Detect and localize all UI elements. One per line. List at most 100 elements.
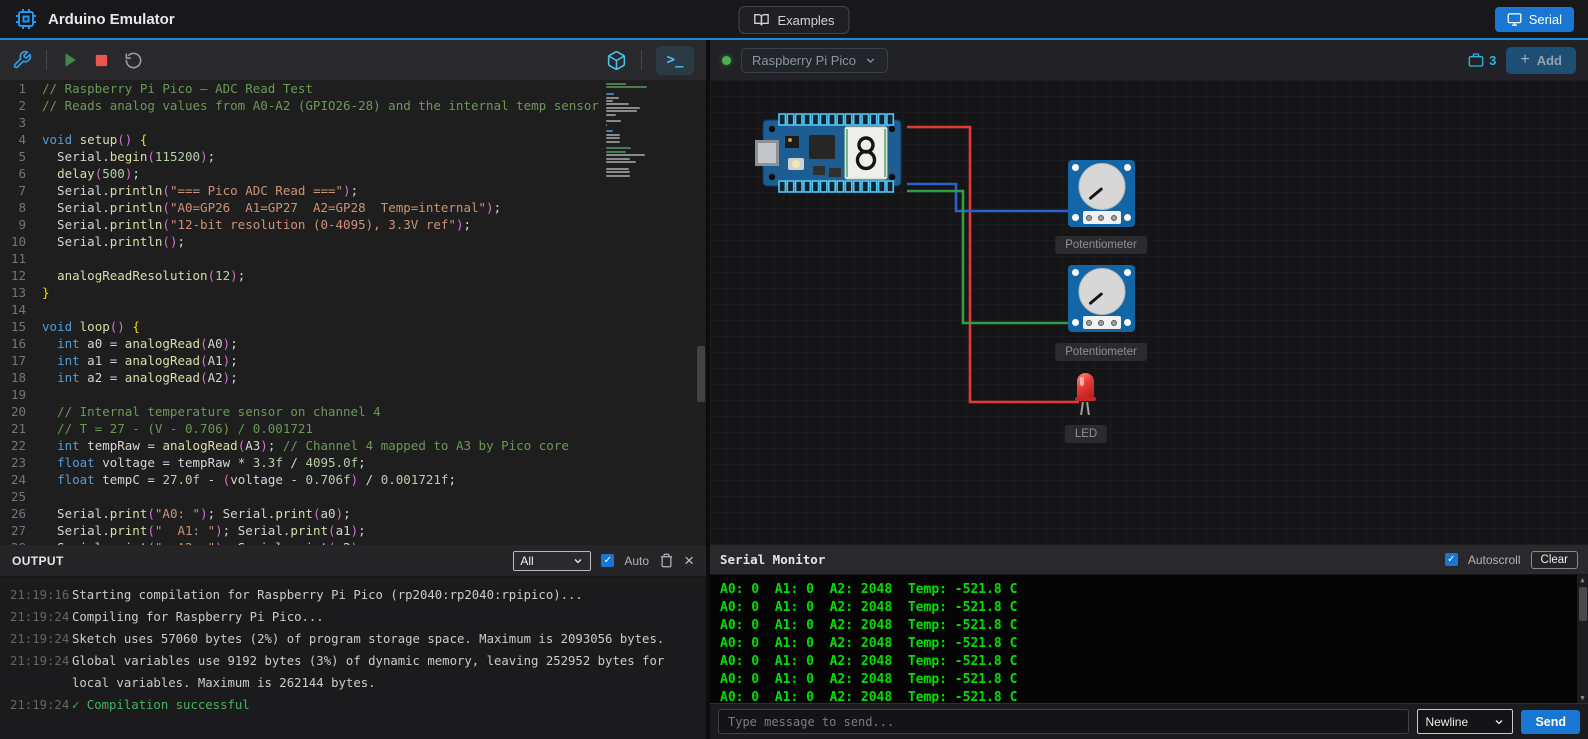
serial-monitor-panel: Serial Monitor ✓ Autoscroll Clear A0: 0 … bbox=[710, 545, 1588, 739]
book-icon bbox=[753, 12, 769, 28]
code-line[interactable]: 14 bbox=[0, 301, 706, 318]
component-label: Potentiometer bbox=[1055, 236, 1147, 254]
output-title: OUTPUT bbox=[12, 554, 64, 568]
code-line[interactable]: 24 float tempC = 27.0f - (voltage - 0.70… bbox=[0, 471, 706, 488]
potentiometer-pins bbox=[1083, 316, 1121, 329]
code-line[interactable]: 8 Serial.println("A0=GP26 A1=GP27 A2=GP2… bbox=[0, 199, 706, 216]
code-line[interactable]: 12 analogReadResolution(12); bbox=[0, 267, 706, 284]
scroll-up-icon[interactable]: ▲ bbox=[1580, 576, 1584, 584]
component-label: Potentiometer bbox=[1055, 343, 1147, 361]
code-line[interactable]: 26 Serial.print("A0: "); Serial.print(a0… bbox=[0, 505, 706, 522]
line-number: 15 bbox=[0, 318, 42, 335]
code-line[interactable]: 22 int tempRaw = analogRead(A3); // Chan… bbox=[0, 437, 706, 454]
potentiometer-knob[interactable] bbox=[1078, 268, 1125, 315]
code-line[interactable]: 6 delay(500); bbox=[0, 165, 706, 182]
serial-button[interactable]: Serial bbox=[1495, 7, 1574, 32]
output-filter-select[interactable]: All bbox=[513, 551, 591, 571]
serial-log-area: A0: 0 A1: 0 A2: 2048 Temp: -521.8 C A0: 0… bbox=[710, 575, 1588, 703]
close-icon[interactable]: × bbox=[684, 554, 694, 568]
briefcase-icon bbox=[1468, 52, 1484, 68]
examples-button[interactable]: Examples bbox=[738, 6, 849, 34]
code-line[interactable]: 17 int a1 = analogRead(A1); bbox=[0, 352, 706, 369]
line-ending-select[interactable]: Newline bbox=[1417, 709, 1513, 734]
stop-button[interactable] bbox=[93, 52, 110, 69]
code-line[interactable]: 9 Serial.println("12-bit resolution (0-4… bbox=[0, 216, 706, 233]
code-line[interactable]: 20 // Internal temperature sensor on cha… bbox=[0, 403, 706, 420]
line-number: 1 bbox=[0, 80, 42, 97]
code-line[interactable]: 18 int a2 = analogRead(A2); bbox=[0, 369, 706, 386]
toolbar-separator bbox=[641, 50, 642, 70]
restart-button[interactable] bbox=[124, 51, 143, 70]
status-dot-icon bbox=[722, 56, 731, 65]
serial-scrollbar-thumb[interactable] bbox=[1579, 587, 1587, 621]
potentiometer-1[interactable] bbox=[1068, 160, 1135, 227]
code-line[interactable]: 3 bbox=[0, 114, 706, 131]
device-count: 3 bbox=[1468, 52, 1496, 68]
toolbar-separator bbox=[46, 50, 47, 70]
serial-log-line: A0: 0 A1: 0 A2: 2048 Temp: -521.8 C bbox=[720, 635, 1578, 653]
potentiometer-knob[interactable] bbox=[1078, 163, 1125, 210]
line-number: 4 bbox=[0, 131, 42, 148]
autoscroll-checkbox[interactable]: ✓ bbox=[1445, 553, 1458, 566]
code-editor[interactable]: 1// Raspberry Pi Pico — ADC Read Test2//… bbox=[0, 80, 706, 545]
serial-log-line: A0: 0 A1: 0 A2: 2048 Temp: -521.8 C bbox=[720, 599, 1578, 617]
scroll-down-icon[interactable]: ▼ bbox=[1580, 694, 1584, 702]
plus-icon: + bbox=[1520, 54, 1529, 66]
code-line[interactable]: 5 Serial.begin(115200); bbox=[0, 148, 706, 165]
code-line[interactable]: 13} bbox=[0, 284, 706, 301]
circuit-canvas[interactable]: Potentiometer Potentiometer LED bbox=[710, 80, 1588, 545]
code-line[interactable]: 21 // T = 27 - (V - 0.706) / 0.001721 bbox=[0, 420, 706, 437]
code-line[interactable]: 23 float voltage = tempRaw * 3.3f / 4095… bbox=[0, 454, 706, 471]
code-line[interactable]: 16 int a0 = analogRead(A0); bbox=[0, 335, 706, 352]
code-line[interactable]: 1// Raspberry Pi Pico — ADC Read Test bbox=[0, 80, 706, 97]
cube-3d-view-icon[interactable] bbox=[606, 50, 627, 71]
code-line[interactable]: 11 bbox=[0, 250, 706, 267]
serial-scrollbar[interactable]: ▲ ▼ bbox=[1577, 575, 1588, 703]
output-header: OUTPUT All ✓ Auto × bbox=[0, 545, 706, 577]
wire-red bbox=[907, 127, 1079, 402]
editor-scrollbar-thumb[interactable] bbox=[697, 346, 705, 402]
serial-message-input[interactable] bbox=[718, 709, 1409, 734]
code-line[interactable]: 7 Serial.println("=== Pico ADC Read ==="… bbox=[0, 182, 706, 199]
line-number: 8 bbox=[0, 199, 42, 216]
serial-log-line: A0: 0 A1: 0 A2: 2048 Temp: -521.8 C bbox=[720, 671, 1578, 689]
add-label: Add bbox=[1537, 53, 1562, 68]
trash-icon[interactable] bbox=[659, 553, 674, 568]
run-button[interactable] bbox=[61, 51, 79, 69]
line-number: 17 bbox=[0, 352, 42, 369]
clear-button[interactable]: Clear bbox=[1531, 551, 1578, 569]
code-line[interactable]: 27 Serial.print(" A1: "); Serial.print(a… bbox=[0, 522, 706, 539]
auto-checkbox[interactable]: ✓ bbox=[601, 554, 614, 567]
editor-minimap[interactable] bbox=[606, 83, 690, 178]
line-number: 26 bbox=[0, 505, 42, 522]
line-number: 13 bbox=[0, 284, 42, 301]
code-line[interactable]: 25 bbox=[0, 488, 706, 505]
potentiometer-2[interactable] bbox=[1068, 265, 1135, 332]
code-line[interactable]: 15void loop() { bbox=[0, 318, 706, 335]
top-bar: Arduino Emulator Examples Serial bbox=[0, 0, 1588, 40]
board-select[interactable]: Raspberry Pi Pico bbox=[741, 48, 888, 73]
autoscroll-label: Autoscroll bbox=[1468, 553, 1521, 567]
add-component-button[interactable]: + Add bbox=[1506, 47, 1576, 74]
output-filter-value: All bbox=[520, 554, 533, 568]
code-line[interactable]: 28 Serial.print(" A2: "); Serial.print(a… bbox=[0, 539, 706, 545]
component-label: LED bbox=[1065, 425, 1107, 443]
line-number: 28 bbox=[0, 539, 42, 545]
app-title: Arduino Emulator bbox=[48, 11, 175, 28]
cpu-chip-icon bbox=[14, 7, 38, 31]
send-button[interactable]: Send bbox=[1521, 710, 1580, 734]
terminal-toggle-button[interactable]: >_ bbox=[656, 46, 694, 75]
code-line[interactable]: 19 bbox=[0, 386, 706, 403]
output-log-line: 21:19:24Sketch uses 57060 bytes (2%) of … bbox=[10, 628, 696, 650]
editor-scrollbar[interactable] bbox=[696, 80, 706, 545]
code-line[interactable]: 4void setup() { bbox=[0, 131, 706, 148]
line-number: 5 bbox=[0, 148, 42, 165]
wrench-icon[interactable] bbox=[12, 50, 32, 70]
pico-board[interactable] bbox=[755, 111, 909, 195]
led-component[interactable] bbox=[1074, 373, 1096, 417]
output-log-line: 21:19:24Compiling for Raspberry Pi Pico.… bbox=[10, 606, 696, 628]
code-lines: 1// Raspberry Pi Pico — ADC Read Test2//… bbox=[0, 80, 706, 545]
code-line[interactable]: 10 Serial.println(); bbox=[0, 233, 706, 250]
line-number: 16 bbox=[0, 335, 42, 352]
code-line[interactable]: 2// Reads analog values from A0-A2 (GPIO… bbox=[0, 97, 706, 114]
